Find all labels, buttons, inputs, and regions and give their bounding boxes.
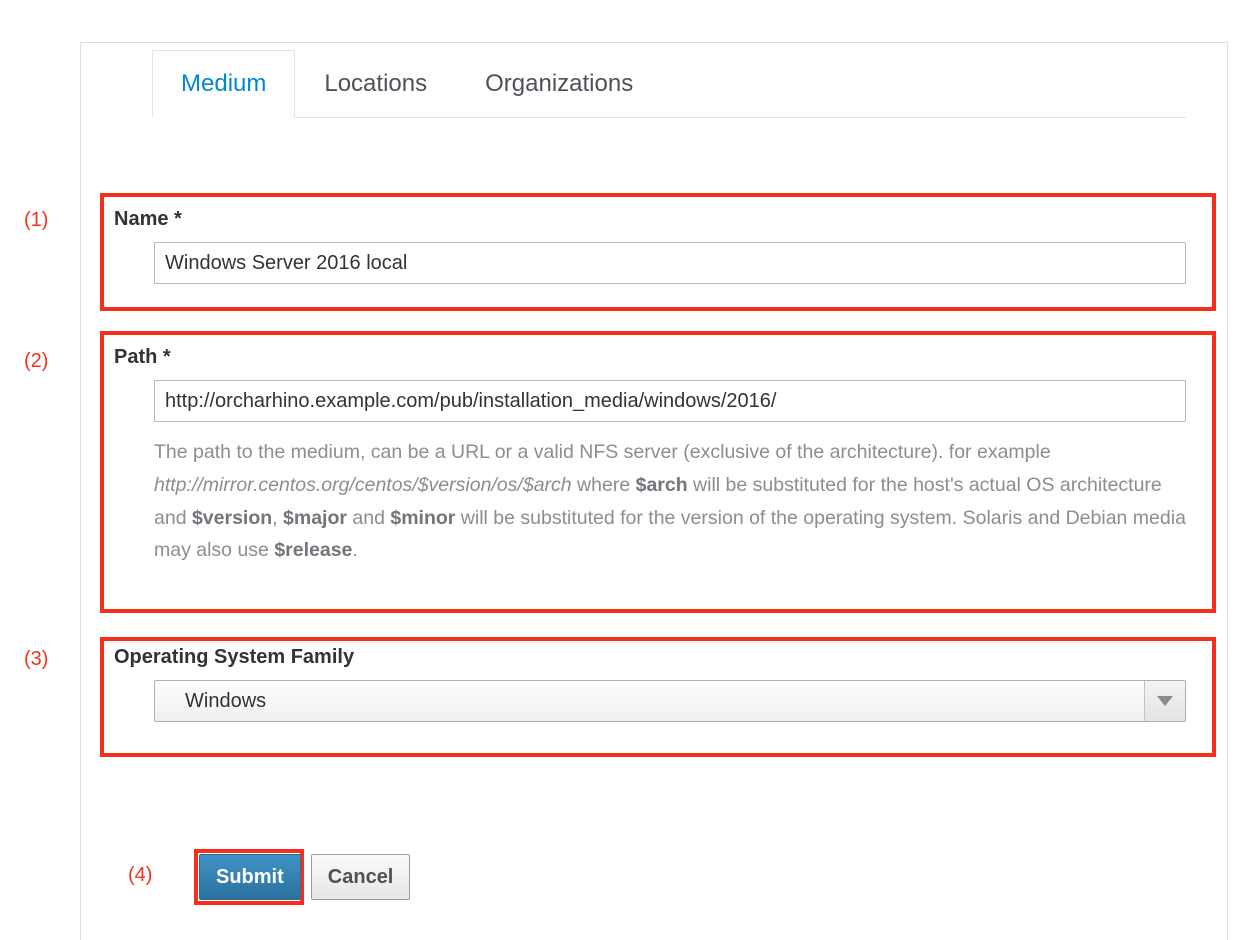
annotation-marker-3: (3) (24, 648, 49, 670)
tab-locations-label: Locations (324, 70, 428, 97)
tab-medium-label: Medium (181, 70, 267, 97)
submit-button[interactable]: Submit (199, 854, 301, 900)
path-input[interactable] (154, 380, 1186, 422)
help-var-version: $version (191, 506, 273, 529)
tab-bar: Medium Locations Organizations (152, 50, 1186, 118)
help-var-minor: $minor (390, 506, 456, 529)
annotation-marker-2: (2) (24, 350, 49, 372)
form-actions: Submit Cancel (199, 854, 411, 900)
name-form-group: Name * (114, 208, 1204, 284)
path-form-group: Path * The path to the medium, can be a … (114, 346, 1204, 567)
annotation-marker-4: (4) (128, 864, 153, 886)
cancel-button[interactable]: Cancel (310, 854, 411, 900)
help-example-url: http://mirror.centos.org/centos/$version… (154, 473, 572, 496)
chevron-down-icon[interactable] (1144, 681, 1185, 721)
name-field-label: Name * (114, 208, 182, 230)
os-family-select[interactable]: Windows (154, 680, 1186, 722)
help-var-major: $major (283, 506, 347, 529)
tab-organizations-label: Organizations (485, 70, 634, 97)
help-part-2: where (571, 473, 636, 496)
path-field-label: Path * (114, 346, 171, 368)
name-input[interactable] (154, 242, 1186, 284)
help-var-release: $release (274, 539, 353, 562)
help-var-arch: $arch (635, 473, 688, 496)
path-help-text: The path to the medium, can be a URL or … (154, 436, 1186, 567)
tab-medium[interactable]: Medium (152, 50, 296, 118)
help-part-7: . (352, 539, 358, 562)
tab-organizations[interactable]: Organizations (456, 50, 662, 117)
os-family-form-group: Operating System Family Windows (114, 646, 1204, 722)
os-family-field-label: Operating System Family (114, 646, 355, 668)
os-family-selected-value: Windows (185, 689, 267, 712)
os-family-select-wrapper: Windows (154, 680, 1186, 722)
help-part-1: The path to the medium, can be a URL or … (154, 441, 1051, 463)
annotation-marker-1: (1) (24, 209, 49, 231)
help-part-5: and (346, 506, 391, 529)
help-part-4: , (272, 506, 284, 529)
tab-locations[interactable]: Locations (295, 50, 456, 117)
